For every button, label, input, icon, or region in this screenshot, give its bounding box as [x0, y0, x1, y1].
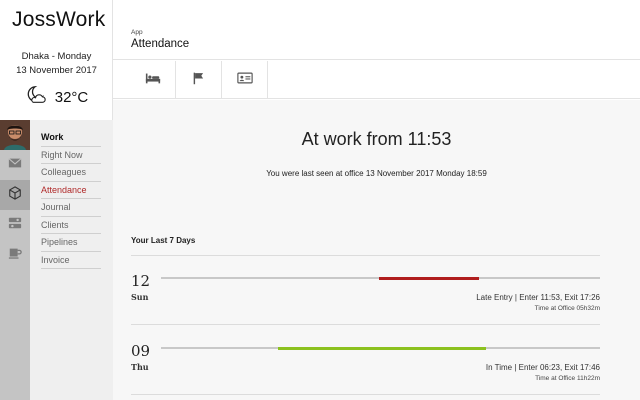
moon-cloud-icon — [25, 84, 47, 111]
divider — [131, 324, 600, 325]
day-number: 12 — [131, 272, 151, 290]
envelope-icon — [8, 156, 22, 175]
time-at-office: Time at Office 11h22m — [535, 375, 600, 382]
icon-rail — [0, 120, 30, 400]
location-date: Dhaka - Monday 13 November 2017 — [0, 50, 113, 78]
menu-item-attendance[interactable]: Attendance — [41, 182, 101, 199]
breadcrumb[interactable]: App — [131, 29, 143, 36]
day-of-week: Thu — [131, 362, 149, 372]
brand-logo[interactable]: JossWork — [12, 8, 105, 32]
tab-id-card[interactable] — [223, 61, 268, 99]
day-number: 09 — [131, 342, 151, 360]
menu-header-work[interactable]: Work — [41, 129, 101, 147]
cube-icon — [8, 185, 22, 205]
avatar[interactable] — [0, 120, 30, 150]
rail-work[interactable] — [0, 180, 30, 210]
temperature: 32°C — [54, 89, 89, 106]
time-at-office: Time at Office 05h32m — [534, 305, 600, 312]
time-segment — [379, 276, 480, 280]
location-date-line: 13 November 2017 — [16, 65, 97, 76]
menu-item-clients[interactable]: Clients — [41, 217, 101, 234]
menu-item-invoice[interactable]: Invoice — [41, 252, 101, 269]
rail-coffee[interactable] — [0, 240, 30, 270]
last-seen-text: You were last seen at office 13 November… — [266, 169, 487, 178]
page-title: Attendance — [131, 38, 190, 50]
time-track — [161, 346, 600, 350]
menu-item-journal[interactable]: Journal — [41, 199, 101, 217]
day-row[interactable]: 09 Thu In Time | Enter 06:23, Exit 17:46… — [131, 342, 600, 398]
id-card-icon — [237, 71, 253, 90]
section-title: Your Last 7 Days — [131, 236, 196, 245]
divider — [131, 255, 600, 256]
work-menu: Work Right Now Colleagues Attendance Journa… — [30, 120, 113, 400]
location-day: Dhaka - Monday — [21, 51, 92, 62]
rail-toggles[interactable] — [0, 210, 30, 240]
toggle-icon — [8, 216, 22, 235]
menu-item-pipelines[interactable]: Pipelines — [41, 234, 101, 252]
day-row[interactable]: 12 Sun Late Entry | Enter 11:53, Exit 17… — [131, 272, 600, 328]
time-track — [161, 276, 600, 280]
coffee-cup-icon — [8, 246, 22, 265]
flag-icon — [191, 71, 207, 90]
attendance-content: At work from 11:53 You were last seen at… — [113, 100, 640, 400]
attendance-status: In Time | Enter 06:23, Exit 17:46 — [485, 363, 600, 372]
menu-item-right-now[interactable]: Right Now — [41, 147, 101, 164]
tab-bar — [113, 61, 640, 99]
attendance-status: Late Entry | Enter 11:53, Exit 17:26 — [476, 293, 600, 302]
divider — [131, 394, 600, 395]
menu-list: Work Right Now Colleagues Attendance Journa… — [41, 129, 101, 269]
bed-icon — [145, 71, 161, 90]
tab-leave[interactable] — [131, 61, 176, 99]
page-header: App Attendance — [113, 0, 640, 60]
weather-widget: 32°C — [0, 84, 113, 111]
day-of-week: Sun — [131, 292, 149, 302]
rail-mail[interactable] — [0, 150, 30, 180]
tab-flag[interactable] — [177, 61, 222, 99]
time-segment — [278, 346, 486, 350]
menu-item-colleagues[interactable]: Colleagues — [41, 164, 101, 182]
at-work-headline: At work from 11:53 — [301, 129, 452, 149]
